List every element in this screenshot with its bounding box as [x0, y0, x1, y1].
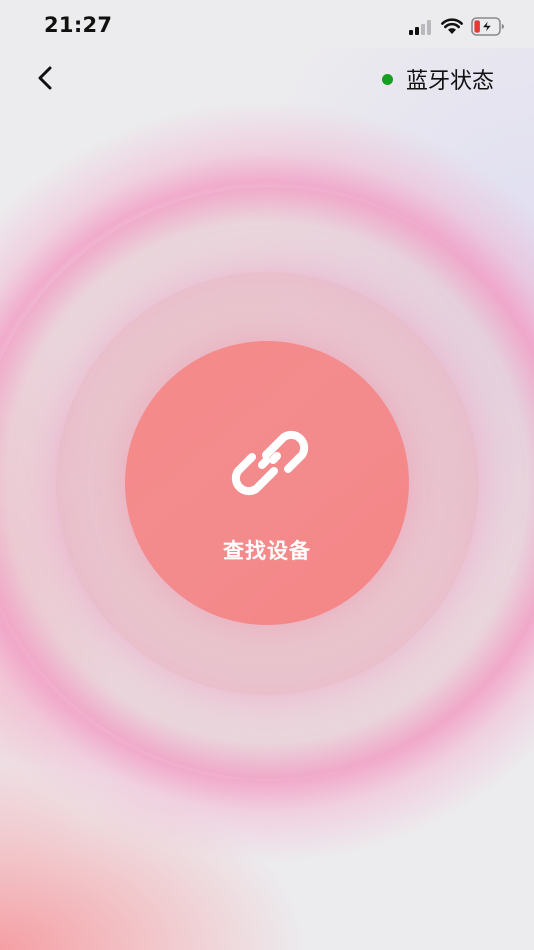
bluetooth-status[interactable]: 蓝牙状态: [381, 64, 494, 94]
wifi-icon: [441, 18, 463, 34]
status-bar: 21:27: [0, 0, 534, 48]
bluetooth-status-label: 蓝牙状态: [405, 69, 494, 94]
back-button[interactable]: [30, 62, 60, 94]
find-device-label: 查找设备: [223, 539, 311, 563]
bluetooth-status-dot: [381, 73, 393, 85]
find-device-button[interactable]: 查找设备: [125, 341, 409, 625]
link-icon: [231, 430, 309, 496]
screen: 查找设备 21:27 蓝牙状态: [0, 0, 534, 950]
chevron-left-icon: [38, 66, 52, 90]
status-time: 21:27: [44, 13, 113, 37]
signal-icon: [409, 20, 433, 35]
battery-charging-icon: [471, 17, 504, 36]
